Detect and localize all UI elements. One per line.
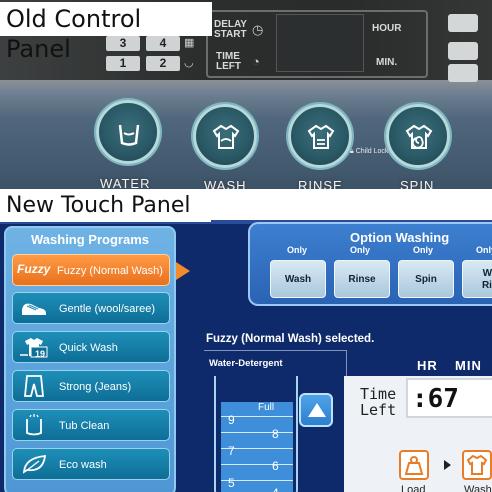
child-lock-label: 🔒︎ Child Lock xyxy=(350,148,389,155)
wash-stage-label: Wash xyxy=(464,484,492,492)
tub-clean-icon xyxy=(26,414,42,436)
program-label: Eco wash xyxy=(59,459,107,471)
options-header: Option Washing xyxy=(350,230,450,245)
number-key-4[interactable]: 4 xyxy=(146,36,180,51)
program-quick-wash[interactable]: 19 Quick Wash xyxy=(12,331,170,363)
fuzzy-icon: Fuzzy xyxy=(17,262,51,276)
side-program-icon-1[interactable] xyxy=(448,14,478,32)
rinse-shirt-icon xyxy=(307,124,335,149)
only-label: Only xyxy=(476,245,492,255)
only-spin-button[interactable]: Spin xyxy=(398,260,454,298)
cup-icon: ◡ xyxy=(184,57,194,69)
water-detergent-label: Water-Detergent xyxy=(209,358,283,369)
wash-stage-icon[interactable] xyxy=(462,450,492,480)
level-7: 7 xyxy=(228,444,235,458)
time-left-label: TIME LEFT xyxy=(216,51,241,72)
lcd-window xyxy=(276,14,364,72)
only-label: Only xyxy=(350,245,371,255)
min-label: MIN. xyxy=(376,57,398,68)
shoe-icon xyxy=(22,303,46,315)
wash-shirt-icon xyxy=(212,124,240,149)
delay-start-label: DELAY START xyxy=(214,19,247,40)
side-program-icon-3[interactable] xyxy=(448,64,478,82)
hour-label: HOUR xyxy=(372,23,402,34)
full-label: Full xyxy=(258,402,275,413)
level-up-button[interactable] xyxy=(299,393,333,427)
calendar-icon: ▦ xyxy=(184,37,195,49)
wash-label: WASH xyxy=(204,178,247,189)
number-key-1[interactable]: 1 xyxy=(106,56,140,71)
washing-programs-panel: Washing Programs Fuzzy Fuzzy (Normal Was… xyxy=(4,226,176,492)
level-5: 5 xyxy=(228,476,235,490)
program-label: Tub Clean xyxy=(59,420,110,432)
number-key-3[interactable]: 3 xyxy=(106,36,140,51)
number-key-2[interactable]: 2 xyxy=(146,56,180,71)
level-line xyxy=(221,464,293,465)
min-label: MIN xyxy=(455,358,482,373)
program-label: Quick Wash xyxy=(59,342,118,354)
level-6: 6 xyxy=(272,459,279,473)
spin-shirt-icon xyxy=(405,124,433,149)
selection-pointer-icon xyxy=(176,262,190,280)
water-button[interactable] xyxy=(96,100,160,164)
load-icon[interactable] xyxy=(399,450,429,480)
rinse-label: RINSE xyxy=(298,178,343,189)
clock-icon: ◷ xyxy=(252,22,264,37)
only-rinse-button[interactable]: Rinse xyxy=(334,260,390,298)
program-label: Fuzzy (Normal Wash) xyxy=(57,265,163,277)
program-strong[interactable]: Strong (Jeans) xyxy=(12,370,170,402)
only-label: Only xyxy=(287,245,308,255)
only-label: Only xyxy=(413,245,434,255)
level-line xyxy=(221,432,293,433)
rinse-button[interactable] xyxy=(288,104,352,168)
side-program-icon-2[interactable] xyxy=(448,42,478,60)
only-wash-button[interactable]: Wash xyxy=(270,260,326,298)
old-panel-title: Old Control Panel xyxy=(0,2,212,63)
spin-label: SPIN xyxy=(400,178,435,189)
water-label: WATER xyxy=(100,176,151,189)
time-left-label: Time Left xyxy=(360,385,397,419)
spin-button[interactable] xyxy=(386,104,450,168)
selected-message: Fuzzy (Normal Wash) selected. xyxy=(206,333,375,345)
timer-icon: ◔ xyxy=(252,54,260,69)
level-8: 8 xyxy=(272,427,279,441)
new-touch-panel: Washing Programs Fuzzy Fuzzy (Normal Was… xyxy=(0,220,492,492)
load-label: Load xyxy=(401,484,426,492)
program-label: Gentle (wool/saree) xyxy=(59,303,155,315)
time-left-value: :67 xyxy=(406,378,492,418)
program-fuzzy[interactable]: Fuzzy Fuzzy (Normal Wash) xyxy=(12,254,170,286)
old-control-panel-photo: 3 4 1 2 ▦ ◡ DELAY START ◷ TIME LEFT ◔ HO… xyxy=(0,0,492,189)
new-panel-title: New Touch Panel xyxy=(0,192,211,222)
level-9: 9 xyxy=(228,413,235,427)
program-gentle[interactable]: Gentle (wool/saree) xyxy=(12,292,170,324)
level-4: 4 xyxy=(272,486,279,492)
quick-number: 19 xyxy=(35,349,46,359)
lock-icon: 🔒︎ xyxy=(350,148,354,155)
program-tub-clean[interactable]: Tub Clean xyxy=(12,409,170,441)
water-bucket-icon xyxy=(118,124,140,146)
jeans-icon xyxy=(24,375,44,397)
programs-header: Washing Programs xyxy=(31,232,149,247)
program-label: Strong (Jeans) xyxy=(59,381,132,393)
hr-label: HR xyxy=(417,358,438,373)
program-eco-wash[interactable]: Eco wash xyxy=(12,448,170,480)
leaf-icon xyxy=(22,454,47,474)
only-wash-rinse-button[interactable]: Wa Rin xyxy=(462,260,492,298)
arrow-right-icon xyxy=(444,460,451,470)
wash-button[interactable] xyxy=(193,104,257,168)
